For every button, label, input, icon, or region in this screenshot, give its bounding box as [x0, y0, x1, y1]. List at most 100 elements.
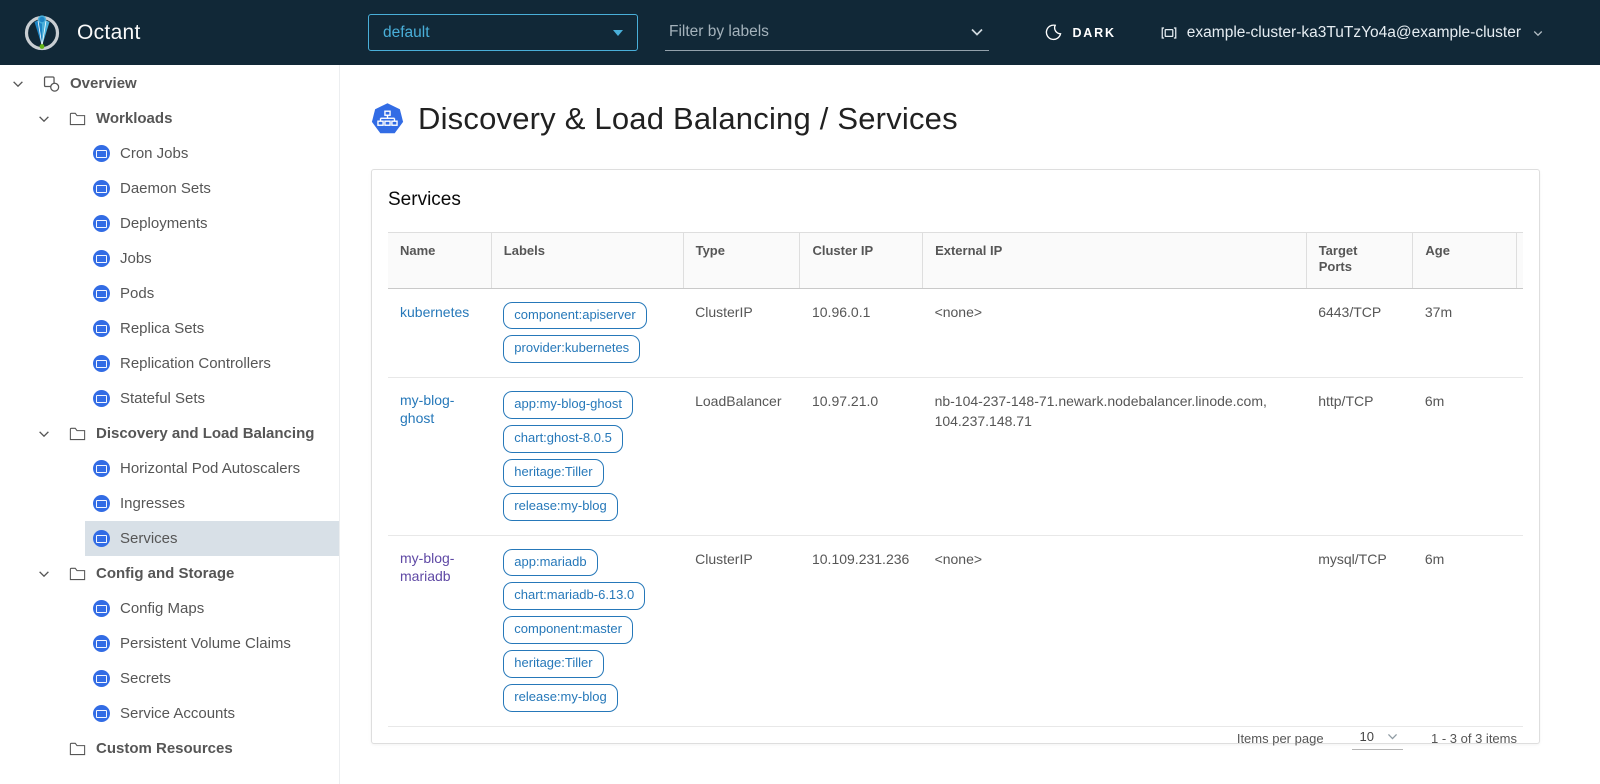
target-ports-cell: mysql/TCP: [1306, 535, 1413, 726]
chevron-down-icon[interactable]: [10, 77, 26, 91]
main-content: Discovery & Load Balancing / Services Se…: [340, 65, 1600, 784]
theme-toggle-button[interactable]: DARK: [1045, 24, 1115, 41]
sidebar-item-ingresses[interactable]: Ingresses: [85, 486, 339, 521]
sidebar-item-config-and-storage[interactable]: Config and Storage: [0, 556, 339, 591]
table-row: my-blog-mariadb app:mariadb chart:mariadb-…: [388, 535, 1523, 726]
sidebar-item-jobs[interactable]: Jobs: [85, 241, 339, 276]
cluster-context-label: example-cluster-ka3TuTzYo4a@example-clus…: [1187, 24, 1521, 42]
label-badge[interactable]: component:master: [503, 616, 633, 644]
sidebar-item-label: Pods: [120, 285, 154, 302]
age-cell: 6m: [1413, 535, 1516, 726]
label-badge-stack: app:my-blog-ghost chart:ghost-8.0.5 herita…: [503, 391, 675, 520]
chevron-down-icon: [1532, 27, 1544, 39]
service-link[interactable]: my-blog-ghost: [400, 391, 483, 427]
sidebar-item-config-maps[interactable]: Config Maps: [85, 591, 339, 626]
sidebar-item-replication-controllers[interactable]: Replication Controllers: [85, 346, 339, 381]
sidebar-item-discovery-and-load-balancing[interactable]: Discovery and Load Balancing: [0, 416, 339, 451]
sidebar-item-workloads[interactable]: Workloads: [0, 101, 339, 136]
sidebar-item-pods[interactable]: Pods: [85, 276, 339, 311]
label-badge[interactable]: component:apiserver: [503, 302, 646, 330]
theme-toggle-label: DARK: [1072, 26, 1115, 40]
sidebar-item-deployments[interactable]: Deployments: [85, 206, 339, 241]
card-title: Services: [388, 170, 1523, 232]
sidebar-nav: OverviewWorkloadsCron JobsDaemon SetsDep…: [0, 65, 340, 784]
table-body: kubernetes component:apiserver provider:ku…: [388, 288, 1523, 726]
caret-down-icon: [613, 30, 623, 36]
brand: Octant: [0, 13, 340, 53]
label-badge[interactable]: provider:kubernetes: [503, 335, 640, 363]
service-link[interactable]: kubernetes: [400, 303, 469, 321]
sidebar-item-label: Persistent Volume Claims: [120, 635, 291, 652]
sidebar-item-label: Stateful Sets: [120, 390, 205, 407]
label-badge[interactable]: app:my-blog-ghost: [503, 391, 633, 419]
sidebar-item-service-accounts[interactable]: Service Accounts: [85, 696, 339, 731]
sidebar-item-stateful-sets[interactable]: Stateful Sets: [85, 381, 339, 416]
pods-icon: [92, 284, 111, 303]
horizontal-pod-autoscalers-icon: [92, 459, 111, 478]
label-badge[interactable]: heritage:Tiller: [503, 650, 603, 678]
services-icon: [92, 529, 111, 548]
overview-icon: [42, 74, 61, 93]
sidebar-item-replica-sets[interactable]: Replica Sets: [85, 311, 339, 346]
sidebar-item-overview[interactable]: Overview: [0, 66, 339, 101]
label-badge[interactable]: chart:ghost-8.0.5: [503, 425, 623, 453]
sidebar-item-label: Secrets: [120, 670, 171, 687]
label-badge[interactable]: app:mariadb: [503, 549, 597, 577]
row-spacer-cell: [1516, 378, 1523, 535]
target-ports-cell: 6443/TCP: [1306, 288, 1413, 378]
namespace-selector[interactable]: default: [368, 14, 638, 51]
service-accounts-icon: [92, 704, 111, 723]
sidebar-item-label: Horizontal Pod Autoscalers: [120, 460, 300, 477]
label-badge-stack: component:apiserver provider:kubernetes: [503, 302, 675, 364]
namespace-selected-value: default: [383, 24, 430, 42]
sidebar-item-cron-jobs[interactable]: Cron Jobs: [85, 136, 339, 171]
cluster-ip-cell: 10.97.21.0: [800, 378, 923, 535]
sidebar-item-custom-resources[interactable]: Custom Resources: [0, 731, 339, 766]
label-badge[interactable]: heritage:Tiller: [503, 459, 603, 487]
sidebar-item-horizontal-pod-autoscalers[interactable]: Horizontal Pod Autoscalers: [85, 451, 339, 486]
persistent-volume-claims-icon: [92, 634, 111, 653]
chevron-down-icon[interactable]: [36, 427, 52, 441]
sidebar-item-label: Config Maps: [120, 600, 204, 617]
chevron-down-icon[interactable]: [36, 112, 52, 126]
sidebar-item-daemon-sets[interactable]: Daemon Sets: [85, 171, 339, 206]
sidebar-item-label: Service Accounts: [120, 705, 235, 722]
label-badge[interactable]: release:my-blog: [503, 493, 618, 521]
config-maps-icon: [92, 599, 111, 618]
sidebar-item-persistent-volume-claims[interactable]: Persistent Volume Claims: [85, 626, 339, 661]
page-size-select[interactable]: 10: [1352, 727, 1403, 750]
age-cell: 6m: [1413, 378, 1516, 535]
column-header-target-ports: Target Ports: [1306, 233, 1413, 289]
sidebar-item-services[interactable]: Services: [85, 521, 339, 556]
external-ip-cell: nb-104-237-148-71.newark.nodebalancer.li…: [923, 378, 1307, 535]
chevron-down-icon[interactable]: [36, 567, 52, 581]
folder-icon: [68, 739, 87, 758]
page-size-value: 10: [1360, 729, 1374, 744]
label-filter-input[interactable]: [667, 22, 947, 42]
type-cell: ClusterIP: [683, 288, 800, 378]
replication-controllers-icon: [92, 354, 111, 373]
label-filter: [665, 14, 989, 51]
service-link[interactable]: my-blog-mariadb: [400, 549, 483, 585]
sidebar-item-label: Jobs: [120, 250, 152, 267]
app-header: Octant default DARK example-cluster-ka3T…: [0, 0, 1600, 65]
chevron-down-icon[interactable]: [969, 24, 985, 40]
external-ip-cell: <none>: [923, 288, 1307, 378]
row-spacer-cell: [1516, 288, 1523, 378]
sidebar-item-secrets[interactable]: Secrets: [85, 661, 339, 696]
label-badge[interactable]: chart:mariadb-6.13.0: [503, 582, 645, 610]
page-title-row: Discovery & Load Balancing / Services: [371, 101, 1540, 137]
jobs-icon: [92, 249, 111, 268]
app-title: Octant: [77, 21, 141, 45]
label-badge[interactable]: release:my-blog: [503, 684, 618, 712]
column-header-cluster-ip: Cluster IP: [800, 233, 923, 289]
ingresses-icon: [92, 494, 111, 513]
page-title: Discovery & Load Balancing / Services: [418, 101, 958, 137]
external-ip-cell: <none>: [923, 535, 1307, 726]
cluster-context-selector[interactable]: example-cluster-ka3TuTzYo4a@example-clus…: [1160, 24, 1544, 42]
column-header-age: Age: [1413, 233, 1516, 289]
column-header-name: Name: [388, 233, 491, 289]
sidebar-item-label: Custom Resources: [96, 740, 233, 757]
moon-icon: [1045, 24, 1062, 41]
cluster-icon: [1160, 24, 1178, 42]
